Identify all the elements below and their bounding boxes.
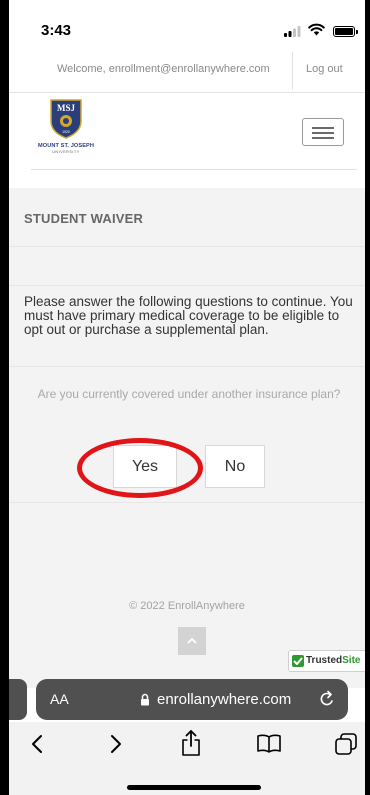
main-content: STUDENT WAIVER Please answer the followi… — [9, 188, 365, 688]
question-panel: Are you currently covered under another … — [9, 367, 365, 503]
previous-tab-edge[interactable] — [9, 679, 27, 720]
tabs-icon[interactable] — [335, 733, 357, 755]
question-text: Are you currently covered under another … — [37, 387, 341, 401]
status-bar: 3:43 — [9, 0, 365, 50]
divider — [31, 169, 357, 170]
back-to-top-button[interactable] — [178, 627, 206, 655]
spacer-row — [9, 247, 365, 286]
svg-text:1920: 1920 — [62, 130, 70, 134]
home-indicator — [127, 785, 261, 790]
share-icon[interactable] — [181, 730, 201, 756]
section-header: STUDENT WAIVER — [9, 188, 365, 247]
reload-icon[interactable] — [319, 690, 336, 708]
instructions-panel: Please answer the following questions to… — [9, 286, 365, 367]
back-icon[interactable] — [31, 734, 43, 754]
menu-line — [312, 132, 334, 134]
chevron-up-icon — [187, 637, 197, 644]
trustedsite-badge[interactable]: TrustedSite — [288, 650, 365, 672]
forward-icon[interactable] — [110, 734, 122, 754]
signal-icon — [284, 26, 301, 37]
menu-line — [312, 137, 334, 139]
wifi-icon — [308, 23, 325, 36]
phone-screen: 3:43 Welcome, enrollment@enrollanywhere.… — [9, 0, 365, 795]
browser-toolbar — [9, 722, 365, 795]
no-button[interactable]: No — [205, 445, 265, 488]
check-icon — [292, 655, 304, 667]
divider — [292, 52, 293, 90]
svg-text:MSJ: MSJ — [57, 103, 76, 113]
trustedsite-text: TrustedSite — [306, 655, 361, 666]
welcome-text: Welcome, enrollment@enrollanywhere.com — [57, 63, 270, 75]
site-header: MSJ 1920 MOUNT ST. JOSEPH UNIVERSITY — [9, 93, 365, 170]
bookmarks-icon[interactable] — [257, 734, 281, 753]
logo-name: MOUNT ST. JOSEPH — [38, 143, 94, 149]
battery-icon — [333, 26, 358, 37]
annotation-circle — [77, 438, 203, 498]
page-title: STUDENT WAIVER — [24, 211, 144, 226]
menu-line — [312, 127, 334, 129]
logo-subtitle: UNIVERSITY — [52, 150, 80, 154]
copyright-text: © 2022 EnrollAnywhere — [129, 600, 245, 612]
url-text: enrollanywhere.com — [157, 691, 292, 708]
hamburger-menu-button[interactable] — [302, 118, 344, 146]
address-bar[interactable]: AA enrollanywhere.com — [36, 679, 348, 720]
text-size-button[interactable]: AA — [50, 691, 69, 707]
instructions-text: Please answer the following questions to… — [24, 294, 353, 337]
top-bar: Welcome, enrollment@enrollanywhere.com L… — [9, 50, 365, 93]
university-logo[interactable]: MSJ 1920 MOUNT ST. JOSEPH UNIVERSITY — [31, 99, 101, 161]
status-time: 3:43 — [41, 22, 72, 39]
lock-icon — [141, 693, 149, 706]
shield-logo-icon: MSJ 1920 — [50, 99, 82, 139]
logout-link[interactable]: Log out — [306, 63, 343, 75]
